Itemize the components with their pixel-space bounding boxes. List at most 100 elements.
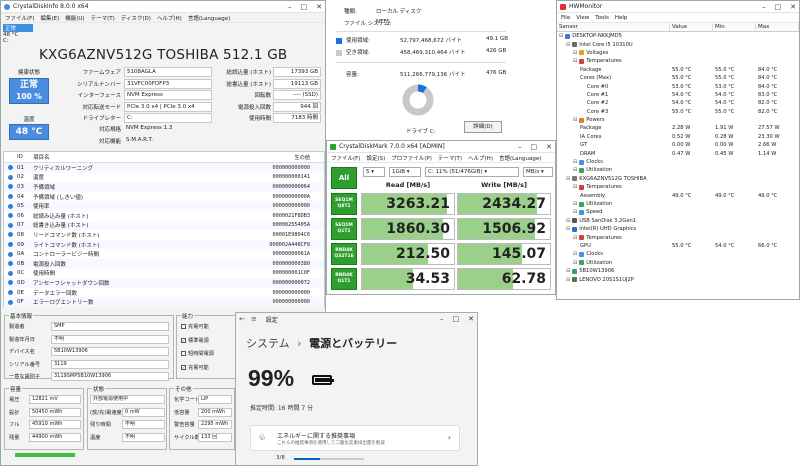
sensor-row[interactable]: GT 0.00 W 0.00 W 2.66 W: [557, 141, 799, 149]
smart-row[interactable]: 04 予備領域 (しきい値) 00000000000A: [4, 192, 324, 202]
sensor-row[interactable]: ⊟ USB SanDisk 3.2Gen1: [557, 217, 799, 225]
smart-row[interactable]: 01 クリティカルワーニング 000000000000: [4, 163, 324, 173]
maximize-icon[interactable]: □: [775, 3, 782, 11]
sensor-row[interactable]: Core #3 55.0 °C 55.0 °C 82.0 °C: [557, 108, 799, 116]
col-max[interactable]: Max: [756, 23, 799, 31]
sensor-row[interactable]: ⊟ Clocks: [557, 158, 799, 166]
tree-toggle-icon[interactable]: ⊟: [566, 42, 570, 48]
ability-checkbox[interactable]: ✓ 標準電源: [181, 337, 209, 344]
details-button[interactable]: 詳細(D): [464, 121, 502, 133]
close-icon[interactable]: ✕: [316, 3, 322, 11]
tree-toggle-icon[interactable]: ⊟: [573, 167, 577, 173]
tree-toggle-icon[interactable]: ⊟: [573, 50, 577, 56]
minimize-icon[interactable]: –: [518, 143, 522, 151]
test-button[interactable]: RND4K Q32T16: [331, 243, 357, 265]
tree-toggle-icon[interactable]: ⊟: [566, 268, 570, 274]
sensor-row[interactable]: ⊟ Speed: [557, 208, 799, 216]
maximize-icon[interactable]: □: [453, 315, 460, 323]
smart-row[interactable]: 05 使用率 000000000000: [4, 201, 324, 211]
all-button[interactable]: All: [331, 167, 357, 189]
menu-profile[interactable]: プロファイル(P): [391, 154, 432, 162]
sensor-row[interactable]: GPU 55.0 °C 54.0 °C 66.0 °C: [557, 242, 799, 250]
tree-toggle-icon[interactable]: ⊟: [566, 218, 570, 224]
count-select[interactable]: 5 ▾: [363, 167, 385, 177]
tree-toggle-icon[interactable]: ⊟: [573, 184, 577, 190]
sensor-row[interactable]: Core #2 54.0 °C 54.0 °C 82.0 °C: [557, 99, 799, 107]
smart-row[interactable]: 0F エラーログエントリー数 000000000000: [4, 297, 324, 307]
ability-checkbox[interactable]: ✓ 充電可能: [181, 364, 209, 371]
menu-file[interactable]: File: [561, 15, 570, 21]
maximize-icon[interactable]: □: [301, 3, 308, 11]
back-arrow-icon[interactable]: ←: [239, 315, 245, 323]
tree-toggle-icon[interactable]: ⊟: [566, 277, 570, 283]
sensor-row[interactable]: Core #0 53.0 °C 53.0 °C 84.0 °C: [557, 82, 799, 90]
breadcrumb-system[interactable]: システム: [246, 337, 290, 350]
sensor-row[interactable]: Package 2.28 W 1.91 W 27.57 W: [557, 124, 799, 132]
unit-select[interactable]: MB/s ▾: [523, 167, 553, 177]
col-value[interactable]: Value: [670, 23, 713, 31]
menu-function[interactable]: 機能(U): [65, 14, 84, 22]
menu-file[interactable]: ファイル(F): [331, 154, 360, 162]
sensor-row[interactable]: ⊟ Intel Core i5 10310U: [557, 40, 799, 48]
sensor-row[interactable]: Cores (Max) 55.0 °C 55.0 °C 84.0 °C: [557, 74, 799, 82]
smart-row[interactable]: 0C 使用時間 000000001C0F: [4, 269, 324, 279]
sensor-row[interactable]: ⊟ KXG6AZNV512G TOSHIBA: [557, 175, 799, 183]
smart-row[interactable]: 08 リードコマンド数 (ホスト) 00001E9804C6: [4, 230, 324, 240]
menu-language[interactable]: 言語(Language): [499, 154, 541, 162]
menu-theme[interactable]: テーマ(T): [438, 154, 462, 162]
tree-toggle-icon[interactable]: ⊟: [573, 117, 577, 123]
sensor-row[interactable]: Package 55.0 °C 55.0 °C 84.0 °C: [557, 66, 799, 74]
menu-view[interactable]: View: [576, 15, 589, 21]
tree-toggle-icon[interactable]: ⊟: [573, 260, 577, 266]
sensor-row[interactable]: ⊟ Powers: [557, 116, 799, 124]
menu-theme[interactable]: テーマ(T): [91, 14, 115, 22]
sensor-row[interactable]: ⊟ Intel(R) UHD Graphics: [557, 225, 799, 233]
menu-disk[interactable]: ディスク(D): [121, 14, 151, 22]
test-button[interactable]: SEQ1M Q1T1: [331, 218, 357, 240]
tree-toggle-icon[interactable]: ⊟: [566, 176, 570, 182]
smart-row[interactable]: 02 温度 000000000141: [4, 173, 324, 183]
minimize-icon[interactable]: –: [288, 3, 292, 11]
sensor-row[interactable]: ⊟ DESKTOP-NKKJMD5: [557, 32, 799, 40]
smart-row[interactable]: 09 ライトコマンド数 (ホスト) 000002A448CF8: [4, 239, 324, 250]
menu-edit[interactable]: 編集(E): [40, 14, 59, 22]
smart-row[interactable]: 0B 電源投入回数 000000000380: [4, 258, 324, 269]
test-button[interactable]: SEQ1M Q8T1: [331, 193, 357, 215]
smart-row[interactable]: 0D アンセーフシャットダウン回数 000000000072: [4, 278, 324, 288]
sensor-row[interactable]: ⊟ 5B10W13906: [557, 267, 799, 275]
menu-icon[interactable]: ≡: [251, 315, 257, 323]
sensor-row[interactable]: Assembly 49.0 °C 49.0 °C 49.0 °C: [557, 191, 799, 199]
drive-select[interactable]: C: 11% (51/476GiB) ▾: [425, 167, 519, 177]
col-min[interactable]: Min: [713, 23, 756, 31]
tree-toggle-icon[interactable]: ⊟: [573, 58, 577, 64]
sensor-row[interactable]: ⊟ Utilization: [557, 200, 799, 208]
sensor-row[interactable]: Core #1 54.0 °C 54.0 °C 83.0 °C: [557, 91, 799, 99]
sensor-row[interactable]: ⊟ Temperatures: [557, 57, 799, 65]
sensor-row[interactable]: IA Cores 0.52 W 0.28 W 23.30 W: [557, 133, 799, 141]
tree-toggle-icon[interactable]: ⊟: [573, 201, 577, 207]
menu-help[interactable]: Help: [615, 15, 628, 21]
menu-language[interactable]: 言語(Language): [188, 14, 230, 22]
tree-toggle-icon[interactable]: ⊟: [573, 209, 577, 215]
smart-row[interactable]: 07 総書き込み量 (ホスト) 00000255405A: [4, 220, 324, 231]
close-icon[interactable]: ✕: [790, 3, 796, 11]
smart-row[interactable]: 0A コントローラービジー時間 00000000061A: [4, 249, 324, 259]
menu-help[interactable]: ヘルプ(H): [157, 14, 182, 22]
minimize-icon[interactable]: –: [440, 315, 444, 323]
menu-file[interactable]: ファイル(F): [5, 14, 34, 22]
sensor-row[interactable]: DRAM 0.47 W 0.45 W 1.14 W: [557, 149, 799, 157]
close-icon[interactable]: ✕: [546, 143, 552, 151]
ability-checkbox[interactable]: 充電可能: [181, 323, 209, 330]
close-icon[interactable]: ✕: [468, 315, 474, 323]
maximize-icon[interactable]: □: [531, 143, 538, 151]
size-select[interactable]: 1GiB ▾: [389, 167, 421, 177]
menu-help[interactable]: ヘルプ(H): [468, 154, 493, 162]
tree-toggle-icon[interactable]: ⊟: [573, 251, 577, 257]
test-button[interactable]: RND4K Q1T1: [331, 268, 357, 290]
minimize-icon[interactable]: –: [762, 3, 766, 11]
energy-recommendations-card[interactable]: ♧ エネルギーに関する推奨事項 これらの推奨事項を適用して二酸化炭素排出量を削減…: [250, 425, 460, 451]
sensor-row[interactable]: ⊟ Voltages: [557, 49, 799, 57]
sensor-row[interactable]: ⊟ Utilization: [557, 166, 799, 174]
sensor-row[interactable]: ⊟ Utilization: [557, 259, 799, 267]
menu-tools[interactable]: Tools: [595, 15, 609, 21]
